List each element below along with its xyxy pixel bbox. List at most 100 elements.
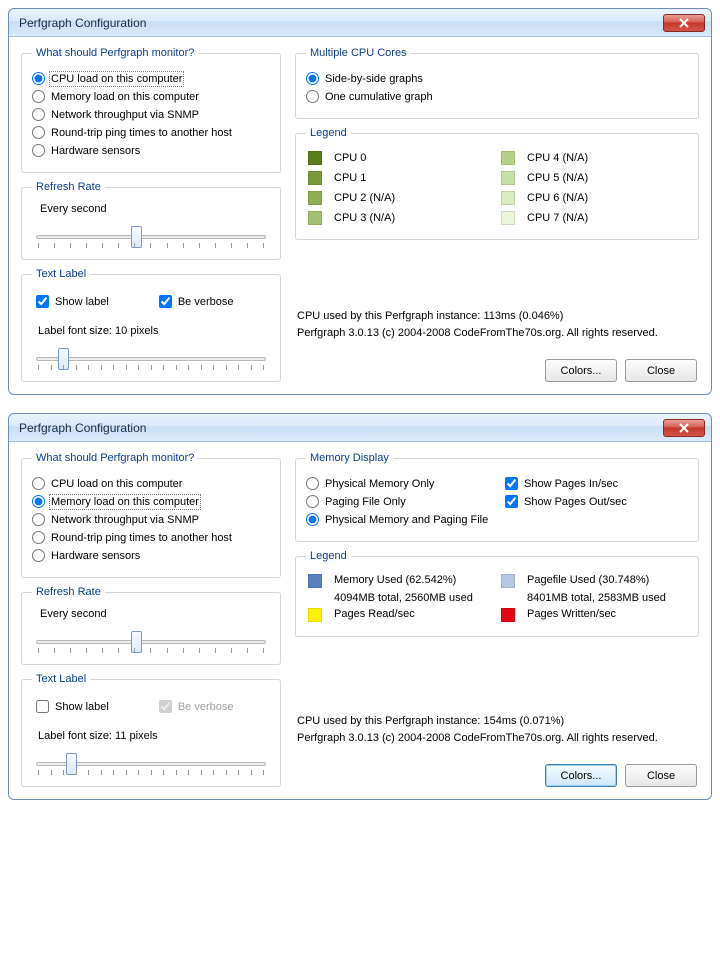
monitor-legend: What should Perfgraph monitor? [32, 47, 198, 59]
label-cpu1: CPU 1 [334, 172, 493, 184]
label-mem-used: Memory Used (62.542%) [334, 574, 493, 586]
swatch-mem-used [308, 574, 322, 588]
label-pagefile-used-detail: 8401MB total, 2583MB used [527, 592, 686, 604]
radio-ping-label: Round-trip ping times to another host [51, 127, 232, 139]
monitor-group: What should Perfgraph monitor? CPU load … [21, 452, 281, 578]
radio-cpu-label: CPU load on this computer [51, 73, 182, 85]
swatch-cpu5 [501, 171, 515, 185]
radio-page-only-label: Paging File Only [325, 496, 406, 508]
radio-hw-label: Hardware sensors [51, 550, 140, 562]
radio-phys-only-label: Physical Memory Only [325, 478, 434, 490]
label-cpu3: CPU 3 (N/A) [334, 212, 493, 224]
font-size-slider[interactable] [36, 752, 266, 776]
refresh-value-label: Every second [40, 608, 270, 620]
memory-display-group: Memory Display Physical Memory Only Pagi… [295, 452, 699, 542]
font-size-label: Label font size: 11 pixels [38, 730, 270, 742]
refresh-group: Refresh Rate Every second [21, 181, 281, 260]
cpu-legend-title: Legend [306, 127, 351, 139]
memory-display-legend: Memory Display [306, 452, 393, 464]
textlabel-group: Text Label Show label Be verbose Label f… [21, 268, 281, 382]
swatch-cpu1 [308, 171, 322, 185]
titlebar[interactable]: Perfgraph Configuration [9, 414, 711, 442]
swatch-pages-written [501, 608, 515, 622]
label-cpu6: CPU 6 (N/A) [527, 192, 686, 204]
label-cpu0: CPU 0 [334, 152, 493, 164]
check-pages-out[interactable] [505, 495, 518, 508]
colors-button[interactable]: Colors... [545, 359, 617, 382]
refresh-legend: Refresh Rate [32, 181, 105, 193]
check-show-label[interactable] [36, 700, 49, 713]
radio-hw-label: Hardware sensors [51, 145, 140, 157]
label-pages-read: Pages Read/sec [334, 608, 493, 620]
radio-cpu[interactable] [32, 72, 45, 85]
refresh-slider[interactable] [36, 630, 266, 654]
check-show-label[interactable] [36, 295, 49, 308]
colors-button[interactable]: Colors... [545, 764, 617, 787]
monitor-group: What should Perfgraph monitor? CPU load … [21, 47, 281, 173]
radio-cpu[interactable] [32, 477, 45, 490]
radio-hw[interactable] [32, 549, 45, 562]
radio-ping[interactable] [32, 126, 45, 139]
label-mem-used-detail: 4094MB total, 2560MB used [334, 592, 493, 604]
label-cpu2: CPU 2 (N/A) [334, 192, 493, 204]
check-verbose-text: Be verbose [178, 296, 234, 308]
radio-ping[interactable] [32, 531, 45, 544]
label-pages-written: Pages Written/sec [527, 608, 686, 620]
check-pages-in-label: Show Pages In/sec [524, 478, 618, 490]
radio-page-only[interactable] [306, 495, 319, 508]
cores-group: Multiple CPU Cores Side-by-side graphs O… [295, 47, 699, 119]
radio-mem[interactable] [32, 90, 45, 103]
radio-mem-label: Memory load on this computer [51, 91, 199, 103]
check-show-label-text: Show label [55, 296, 109, 308]
label-cpu7: CPU 7 (N/A) [527, 212, 686, 224]
label-cpu5: CPU 5 (N/A) [527, 172, 686, 184]
close-button[interactable]: Close [625, 359, 697, 382]
textlabel-legend: Text Label [32, 673, 90, 685]
check-verbose[interactable] [159, 295, 172, 308]
swatch-pages-read [308, 608, 322, 622]
close-icon[interactable] [663, 419, 705, 437]
window-title: Perfgraph Configuration [19, 16, 146, 30]
check-show-label-text: Show label [55, 701, 109, 713]
refresh-slider[interactable] [36, 225, 266, 249]
textlabel-group: Text Label Show label Be verbose Label f… [21, 673, 281, 787]
window-title: Perfgraph Configuration [19, 421, 146, 435]
radio-net-label: Network throughput via SNMP [51, 109, 199, 121]
label-pagefile-used: Pagefile Used (30.748%) [527, 574, 686, 586]
close-button[interactable]: Close [625, 764, 697, 787]
swatch-cpu0 [308, 151, 322, 165]
status-cpu-usage: CPU used by this Perfgraph instance: 113… [297, 308, 697, 326]
close-icon[interactable] [663, 14, 705, 32]
check-verbose-text: Be verbose [178, 701, 234, 713]
textlabel-legend: Text Label [32, 268, 90, 280]
mem-legend-group: Legend Memory Used (62.542%) Pagefile Us… [295, 550, 699, 637]
check-pages-in[interactable] [505, 477, 518, 490]
radio-mem-label: Memory load on this computer [51, 496, 199, 508]
radio-net-label: Network throughput via SNMP [51, 514, 199, 526]
swatch-cpu7 [501, 211, 515, 225]
titlebar[interactable]: Perfgraph Configuration [9, 9, 711, 37]
font-size-label: Label font size: 10 pixels [38, 325, 270, 337]
radio-hw[interactable] [32, 144, 45, 157]
radio-cumulative[interactable] [306, 90, 319, 103]
swatch-cpu3 [308, 211, 322, 225]
mem-legend-title: Legend [306, 550, 351, 562]
cores-legend: Multiple CPU Cores [306, 47, 411, 59]
radio-phys-only[interactable] [306, 477, 319, 490]
swatch-cpu6 [501, 191, 515, 205]
radio-sidebyside[interactable] [306, 72, 319, 85]
radio-net[interactable] [32, 108, 45, 121]
swatch-pagefile-used [501, 574, 515, 588]
status-copyright: Perfgraph 3.0.13 (c) 2004-2008 CodeFromT… [297, 730, 697, 748]
check-verbose [159, 700, 172, 713]
config-window-memory: Perfgraph Configuration What should Perf… [8, 413, 712, 800]
radio-ping-label: Round-trip ping times to another host [51, 532, 232, 544]
swatch-cpu2 [308, 191, 322, 205]
refresh-legend: Refresh Rate [32, 586, 105, 598]
radio-net[interactable] [32, 513, 45, 526]
refresh-value-label: Every second [40, 203, 270, 215]
font-size-slider[interactable] [36, 347, 266, 371]
radio-sidebyside-label: Side-by-side graphs [325, 73, 423, 85]
radio-phys-and-page[interactable] [306, 513, 319, 526]
radio-mem[interactable] [32, 495, 45, 508]
